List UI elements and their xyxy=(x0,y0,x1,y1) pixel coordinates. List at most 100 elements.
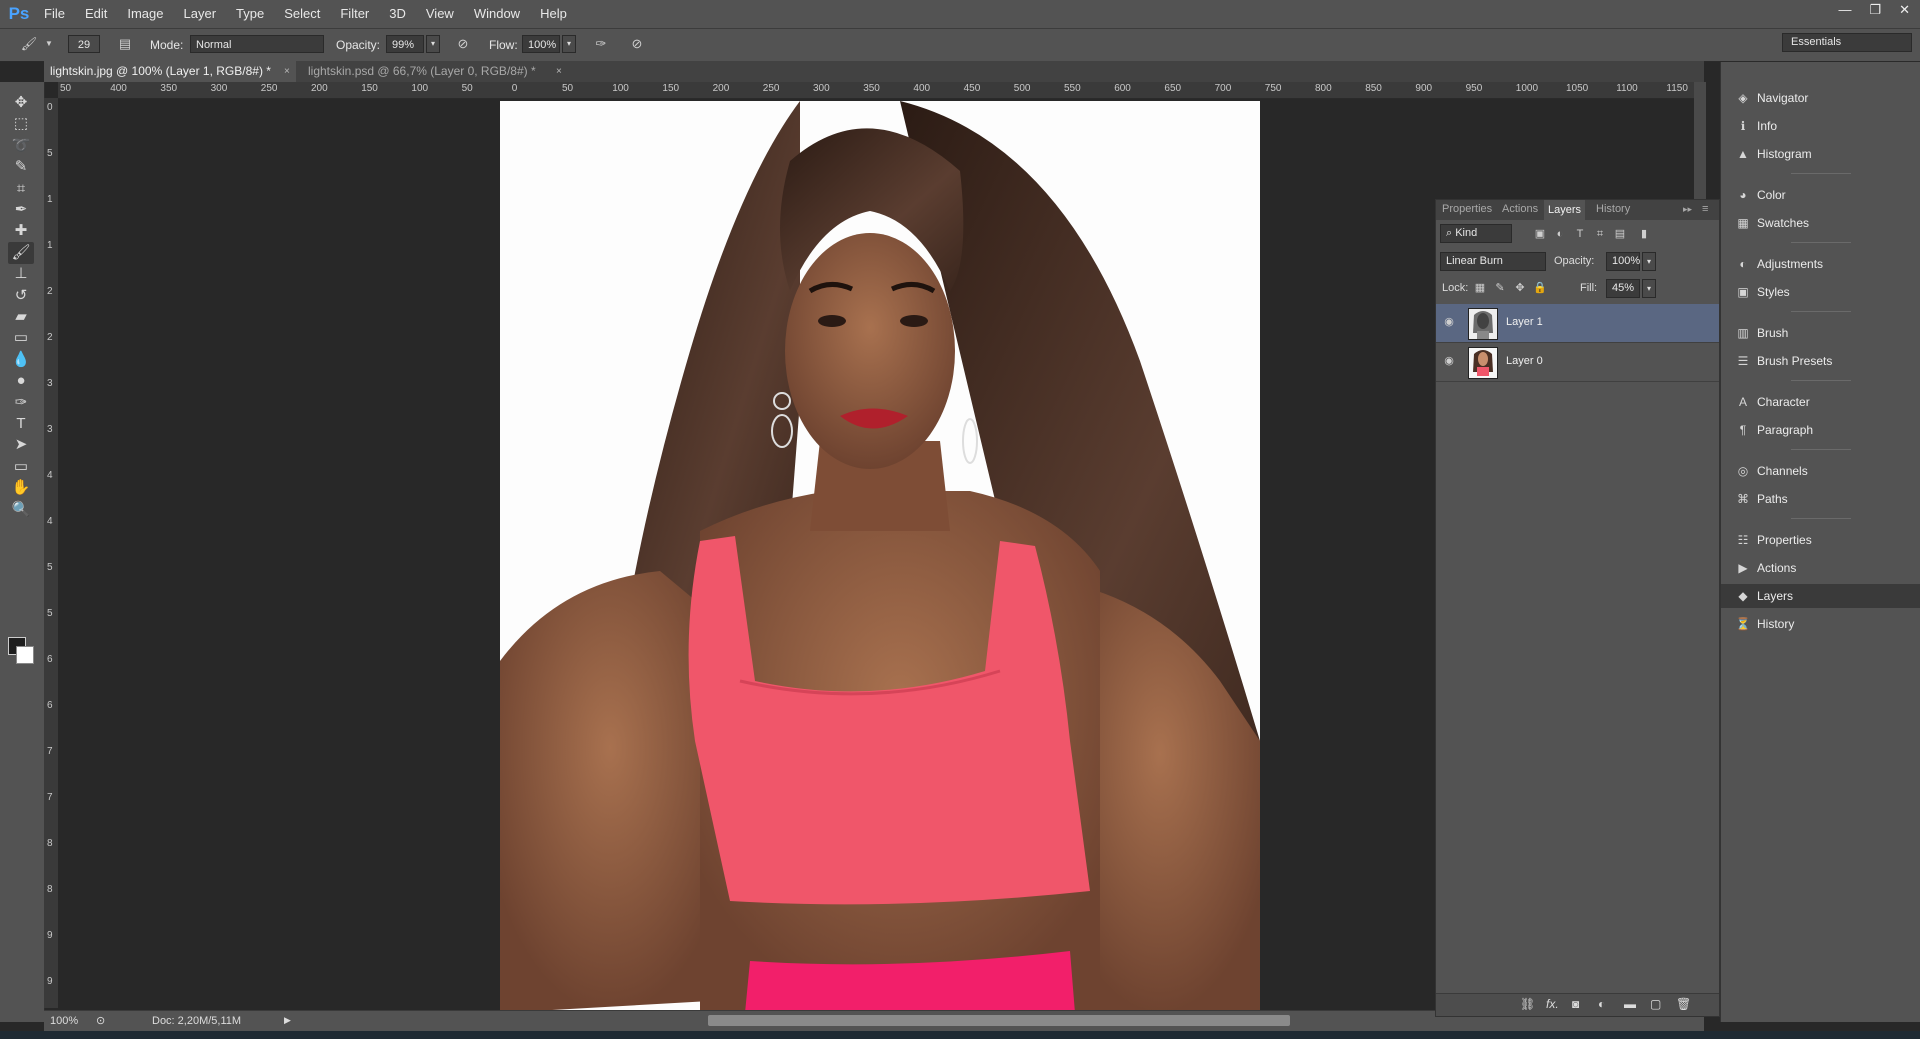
filter-adjustment-icon[interactable]: ◐ xyxy=(1552,226,1568,242)
eye-visibility-icon[interactable]: ◉ xyxy=(1442,355,1456,367)
menu-image[interactable]: Image xyxy=(117,0,173,28)
filter-type-icon[interactable]: T xyxy=(1572,226,1588,242)
brush-preset-icon[interactable]: 🖌 xyxy=(20,35,38,53)
crop-tool-icon[interactable]: ⌗ xyxy=(8,178,34,200)
lock-all-icon[interactable]: 🔒 xyxy=(1532,280,1548,296)
hand-tool-icon[interactable]: ✋ xyxy=(8,477,34,499)
collapse-panel-icon[interactable]: ▸▸ xyxy=(1683,204,1692,215)
tab-history[interactable]: History xyxy=(1596,203,1630,215)
menu-select[interactable]: Select xyxy=(274,0,330,28)
layer-row-layer-1[interactable]: ◉ Layer 1 xyxy=(1436,304,1719,343)
dock-item-histogram[interactable]: ▲ Histogram xyxy=(1721,142,1920,166)
clone-stamp-tool-icon[interactable]: ⊥ xyxy=(8,263,34,285)
dodge-tool-icon[interactable]: ● xyxy=(8,370,34,392)
doc-tab-lightskin-psd[interactable]: lightskin.psd @ 66,7% (Layer 0, RGB/8#) … xyxy=(302,61,570,82)
adjustment-icon[interactable]: ◐ xyxy=(1598,997,1605,1011)
background-color-swatch[interactable] xyxy=(16,646,34,664)
mask-icon[interactable]: ◙ xyxy=(1572,997,1579,1011)
new-layer-icon[interactable]: ▢ xyxy=(1650,997,1661,1011)
flow-dropdown[interactable]: ▾ xyxy=(562,35,576,53)
chevron-down-icon[interactable]: ▼ xyxy=(40,35,58,53)
dock-item-paragraph[interactable]: ¶ Paragraph xyxy=(1721,418,1920,442)
menu-view[interactable]: View xyxy=(416,0,464,28)
close-window-button[interactable]: ✕ xyxy=(1899,0,1910,20)
play-arrow-icon[interactable]: ▶ xyxy=(284,1015,291,1026)
menu-3d[interactable]: 3D xyxy=(379,0,416,28)
flow-input[interactable]: 100% xyxy=(522,35,560,53)
dock-item-properties[interactable]: ☷ Properties xyxy=(1721,528,1920,552)
eraser-tool-icon[interactable]: ▰ xyxy=(8,306,34,328)
blend-mode-select[interactable]: Linear Burn xyxy=(1440,252,1546,271)
workspace-select[interactable]: Essentials xyxy=(1782,33,1912,52)
status-menu-icon[interactable]: ⊙ xyxy=(96,1014,105,1027)
close-tab-icon[interactable]: × xyxy=(284,61,290,82)
opacity-input[interactable]: 99% xyxy=(386,35,424,53)
filter-shape-icon[interactable]: ⌗ xyxy=(1592,226,1608,242)
dock-item-actions[interactable]: ▶ Actions xyxy=(1721,556,1920,580)
dock-item-info[interactable]: ℹ Info xyxy=(1721,114,1920,138)
pressure-opacity-icon[interactable]: ⊘ xyxy=(454,35,472,53)
menu-window[interactable]: Window xyxy=(464,0,530,28)
lock-pixels-icon[interactable]: ✎ xyxy=(1492,280,1508,296)
doc-tab-lightskin-jpg[interactable]: lightskin.jpg @ 100% (Layer 1, RGB/8#) *… xyxy=(44,61,296,82)
menu-filter[interactable]: Filter xyxy=(330,0,379,28)
dock-item-character[interactable]: A Character xyxy=(1721,390,1920,414)
menu-type[interactable]: Type xyxy=(226,0,274,28)
dock-item-brush[interactable]: ▥ Brush xyxy=(1721,321,1920,345)
tab-actions[interactable]: Actions xyxy=(1502,203,1538,215)
marquee-tool-icon[interactable]: ⬚ xyxy=(8,113,34,135)
type-tool-icon[interactable]: T xyxy=(8,413,34,435)
group-folder-icon[interactable]: ▬ xyxy=(1624,997,1636,1011)
lock-transparent-icon[interactable]: ▦ xyxy=(1472,280,1488,296)
blur-tool-icon[interactable]: 💧 xyxy=(8,349,34,371)
eyedropper-tool-icon[interactable]: ✒ xyxy=(8,199,34,221)
brush-tool-icon[interactable]: 🖌 xyxy=(8,241,34,264)
fill-input[interactable]: 45% xyxy=(1606,279,1640,298)
filter-smart-object-icon[interactable]: ▤ xyxy=(1612,226,1628,242)
quick-select-tool-icon[interactable]: ✎ xyxy=(8,156,34,178)
minimize-button[interactable]: — xyxy=(1838,0,1851,20)
menu-edit[interactable]: Edit xyxy=(75,0,117,28)
fill-dropdown[interactable]: ▾ xyxy=(1642,279,1656,298)
pen-tool-icon[interactable]: ✑ xyxy=(8,392,34,414)
zoom-tool-icon[interactable]: 🔍 xyxy=(8,499,34,521)
lasso-tool-icon[interactable]: ➰ xyxy=(8,135,34,157)
layer-opacity-input[interactable]: 100% xyxy=(1606,252,1640,271)
filter-toggle-icon[interactable]: ▮ xyxy=(1636,226,1652,242)
restore-button[interactable]: ❐ xyxy=(1869,0,1881,20)
dock-item-paths[interactable]: ⌘ Paths xyxy=(1721,487,1920,511)
zoom-level[interactable]: 100% xyxy=(50,1015,78,1027)
menu-layer[interactable]: Layer xyxy=(174,0,227,28)
dock-item-brush-presets[interactable]: ☰ Brush Presets xyxy=(1721,349,1920,373)
move-tool-icon[interactable]: ✥ xyxy=(8,92,34,114)
dock-item-history[interactable]: ⏳ History xyxy=(1721,612,1920,636)
pressure-size-icon[interactable]: ⊘ xyxy=(628,35,646,53)
opacity-dropdown[interactable]: ▾ xyxy=(426,35,440,53)
history-brush-tool-icon[interactable]: ↺ xyxy=(8,285,34,307)
path-select-tool-icon[interactable]: ➤ xyxy=(8,434,34,456)
filter-kind-select[interactable]: ⌕ Kind xyxy=(1440,224,1512,243)
layer-row-layer-0[interactable]: ◉ Layer 0 xyxy=(1436,343,1719,382)
menu-file[interactable]: File xyxy=(34,0,75,28)
shape-tool-icon[interactable]: ▭ xyxy=(8,456,34,478)
brush-size-picker[interactable]: 29 xyxy=(68,35,100,53)
filter-pixel-icon[interactable]: ▣ xyxy=(1532,226,1548,242)
eye-visibility-icon[interactable]: ◉ xyxy=(1442,316,1456,328)
gradient-tool-icon[interactable]: ▭ xyxy=(8,327,34,349)
spot-heal-tool-icon[interactable]: ✚ xyxy=(8,220,34,242)
close-tab-icon[interactable]: × xyxy=(556,61,562,82)
panel-menu-icon[interactable]: ≡ xyxy=(1702,203,1708,215)
menu-help[interactable]: Help xyxy=(530,0,577,28)
dock-item-channels[interactable]: ◎ Channels xyxy=(1721,459,1920,483)
dock-item-color[interactable]: ◕ Color xyxy=(1721,183,1920,207)
document-canvas[interactable] xyxy=(500,101,1260,1013)
tab-properties[interactable]: Properties xyxy=(1442,203,1492,215)
tab-layers[interactable]: Layers xyxy=(1544,200,1586,220)
layer-opacity-dropdown[interactable]: ▾ xyxy=(1642,252,1656,271)
dock-item-layers[interactable]: ◆ Layers xyxy=(1721,584,1920,608)
dock-item-swatches[interactable]: ▦ Swatches xyxy=(1721,211,1920,235)
dock-item-adjustments[interactable]: ◐ Adjustments xyxy=(1721,252,1920,276)
mode-select[interactable]: Normal xyxy=(190,35,324,53)
fx-icon[interactable]: fx. xyxy=(1546,997,1559,1011)
horizontal-scrollbar-thumb[interactable] xyxy=(708,1015,1290,1026)
